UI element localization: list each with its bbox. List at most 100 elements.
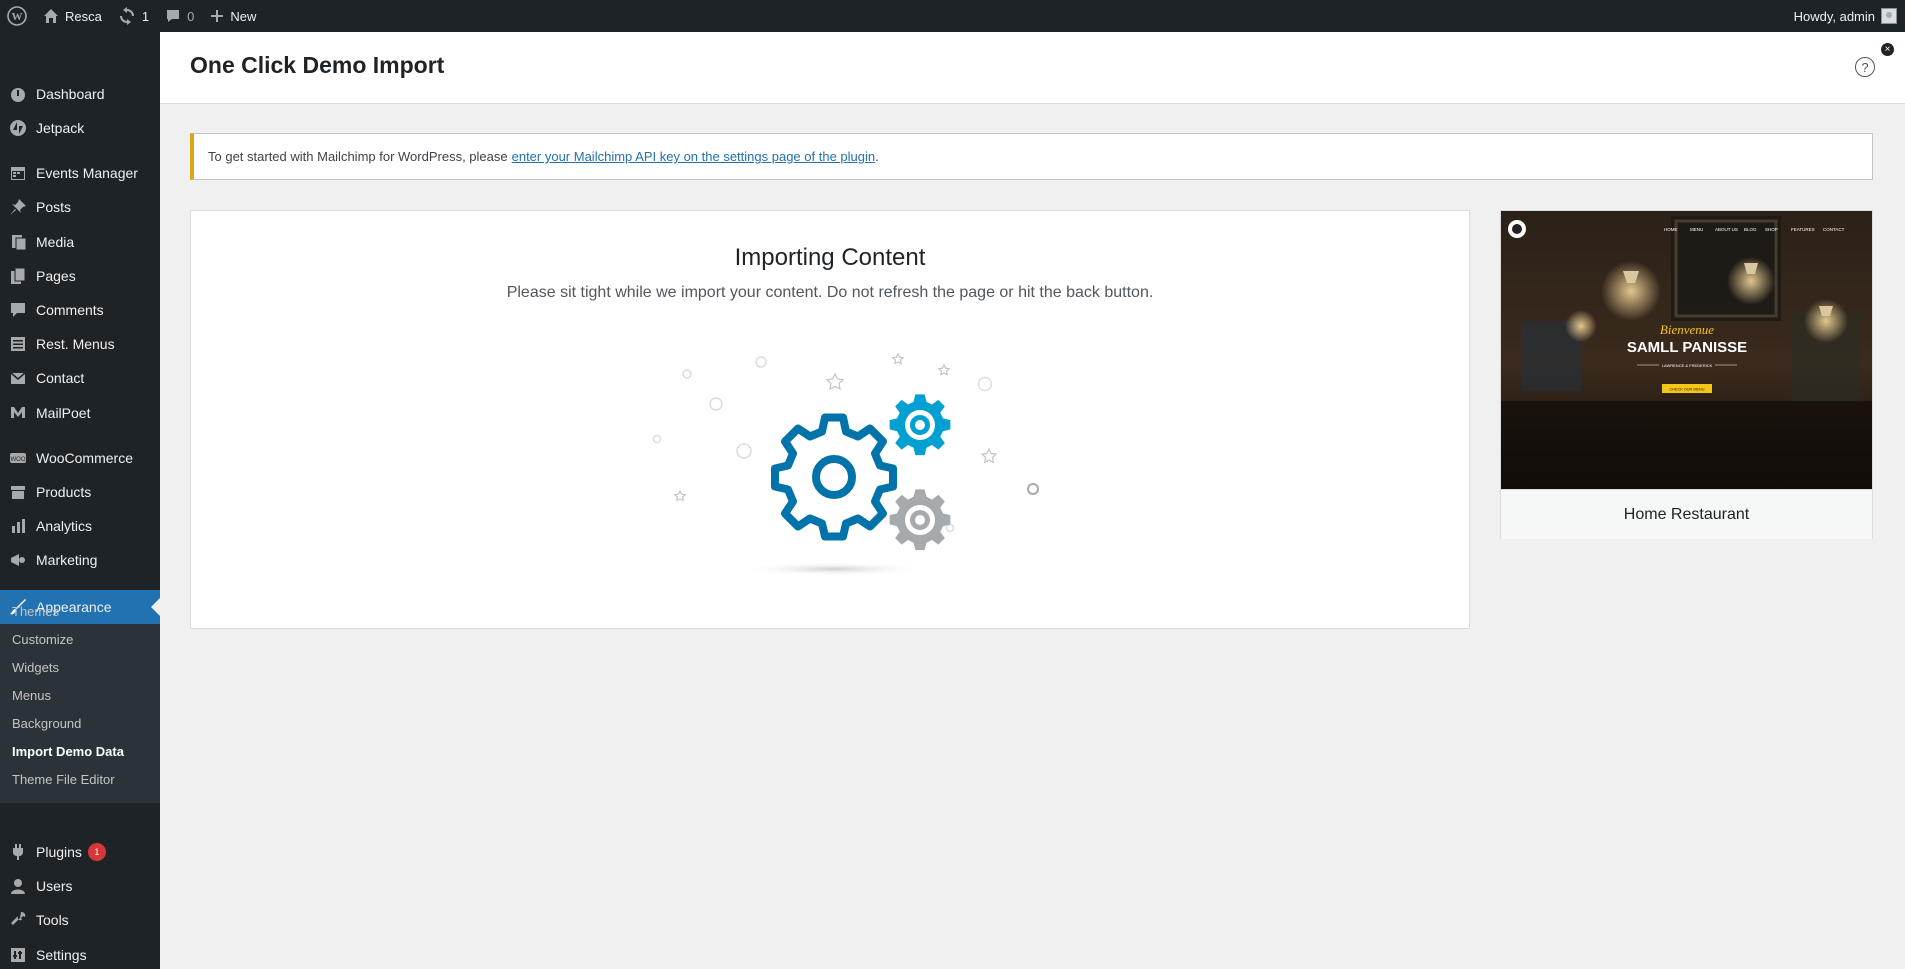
sidebar-item-label: Events Manager — [36, 165, 138, 181]
wrench-icon — [0, 911, 36, 929]
sidebar-item-marketing[interactable]: Marketing — [0, 543, 160, 577]
thumb-nav-item: CONTACT — [1823, 227, 1845, 232]
demo-title: Home Restaurant — [1501, 489, 1872, 539]
new-content-link[interactable]: New — [202, 0, 264, 32]
avatar — [1881, 8, 1897, 24]
sidebar-item-label: Posts — [36, 199, 72, 215]
dashboard-icon — [0, 85, 36, 103]
archive-icon — [0, 483, 36, 501]
thumb-nav-item: BLOG — [1744, 227, 1757, 232]
submenu-item-menus[interactable]: Menus — [12, 684, 51, 708]
mail-icon — [0, 369, 36, 387]
comment-icon — [0, 301, 36, 319]
media-icon — [0, 233, 36, 251]
admin-bar: W Resca 1 0 New Howdy, admin — [0, 0, 1905, 32]
howdy-text: Howdy, admin — [1793, 8, 1875, 24]
user-icon — [0, 877, 36, 895]
thumb-nav-item: MENU — [1690, 227, 1703, 232]
updates-icon — [119, 7, 134, 25]
sidebar-item-posts[interactable]: Posts — [0, 190, 160, 224]
svg-text:W: W — [12, 11, 23, 23]
sidebar-item-tools[interactable]: Tools — [0, 903, 160, 937]
list-icon — [0, 335, 36, 353]
sidebar-item-label: Jetpack — [36, 120, 85, 136]
sidebar-item-label: Analytics — [36, 518, 93, 534]
thumb-nav-item: HOME — [1664, 227, 1678, 232]
thumb-sub: LAWRENCE & FREDERICK — [1662, 363, 1713, 368]
comment-icon — [167, 10, 180, 22]
comments-link[interactable]: 0 — [157, 0, 202, 32]
pages-icon — [0, 267, 36, 285]
plugins-update-badge: 1 — [87, 843, 106, 861]
demo-import-card[interactable]: HOME MENU ABOUT US BLOG SHOP FEATURES CONTACT … — [1500, 210, 1873, 539]
sidebar-item-label: Media — [36, 234, 75, 250]
submenu-item-background[interactable]: Background — [12, 712, 81, 736]
notice-link[interactable]: enter your Mailchimp API key on the sett… — [512, 149, 876, 164]
sidebar-item-label: Contact — [36, 370, 85, 386]
sidebar-item-label: Tools — [36, 912, 69, 928]
import-panel: Importing Content Please sit tight while… — [190, 210, 1470, 629]
home-icon — [44, 9, 58, 23]
sidebar-item-users[interactable]: Users — [0, 869, 160, 903]
restaurant-screenshot-image: HOME MENU ABOUT US BLOG SHOP FEATURES CONTACT … — [1501, 211, 1872, 489]
sidebar-item-jetpack[interactable]: Jetpack — [0, 111, 160, 145]
sidebar-item-media[interactable]: Media — [0, 225, 160, 259]
thumb-nav-item: ABOUT US — [1715, 227, 1738, 232]
sidebar-item-dashboard[interactable]: Dashboard — [0, 77, 160, 111]
woo-icon: WOO — [0, 449, 36, 467]
thumb-button: CHECK OUR MENU — [1669, 388, 1704, 392]
close-icon[interactable]: × — [1881, 43, 1894, 56]
thumb-nav-item: SHOP — [1765, 227, 1778, 232]
sidebar-item-rest-menus[interactable]: Rest. Menus — [0, 327, 160, 361]
sidebar-item-label: Pages — [36, 268, 76, 284]
mailchimp-notice: To get started with Mailchimp for WordPr… — [190, 133, 1873, 180]
submenu-item-themes[interactable]: Themes — [12, 600, 59, 624]
updates-link[interactable]: 1 — [110, 0, 157, 32]
sidebar-item-comments[interactable]: Comments — [0, 293, 160, 327]
pin-icon — [0, 198, 36, 216]
sidebar-item-label: Marketing — [36, 552, 98, 568]
sidebar-item-label: MailPoet — [36, 405, 91, 421]
sidebar-item-label: Comments — [36, 302, 104, 318]
thumb-welcome: Bienvenue — [1660, 322, 1714, 337]
sidebar-item-analytics[interactable]: Analytics — [0, 509, 160, 543]
thumb-name: SAMLL PANISSE — [1627, 339, 1747, 356]
submenu-item-import-demo-data[interactable]: Import Demo Data — [12, 740, 124, 764]
sidebar-item-mailpoet[interactable]: MailPoet — [0, 396, 160, 430]
demo-thumbnail[interactable]: HOME MENU ABOUT US BLOG SHOP FEATURES CONTACT … — [1501, 211, 1872, 489]
svg-text:WOO: WOO — [11, 457, 26, 463]
wordpress-logo-icon[interactable]: W — [0, 0, 35, 32]
mailpoet-icon — [0, 404, 36, 422]
sidebar-item-label: WooCommerce — [36, 450, 133, 466]
sidebar-item-label: Users — [36, 878, 73, 894]
submenu-item-theme-file-editor[interactable]: Theme File Editor — [12, 768, 115, 792]
sidebar-item-products[interactable]: Products — [0, 475, 160, 509]
admin-sidebar: Dashboard Jetpack Events Manager Posts Media… — [0, 32, 160, 969]
my-account[interactable]: Howdy, admin — [1794, 8, 1905, 24]
help-icon[interactable]: ? — [1855, 57, 1875, 77]
page-header: One Click Demo Import ? × — [160, 32, 1905, 104]
import-title: Importing Content — [734, 244, 926, 271]
sidebar-item-pages[interactable]: Pages — [0, 259, 160, 293]
page-title: One Click Demo Import — [190, 52, 445, 78]
sidebar-item-plugins[interactable]: Plugins 1 — [0, 835, 160, 869]
sidebar-item-events-manager[interactable]: Events Manager — [0, 156, 160, 190]
notice-text: To get started with Mailchimp for WordPr… — [208, 149, 508, 164]
sidebar-item-woocommerce[interactable]: WOO WooCommerce — [0, 441, 160, 475]
import-subtitle: Please sit tight while we import your co… — [506, 284, 1154, 301]
sidebar-item-contact[interactable]: Contact — [0, 361, 160, 395]
site-name: Resca — [65, 8, 102, 24]
submenu-item-customize[interactable]: Customize — [12, 628, 73, 652]
updates-count: 1 — [141, 8, 150, 24]
sidebar-item-label: Rest. Menus — [36, 336, 115, 352]
importing-gears-illustration — [652, 352, 1039, 576]
submenu-item-widgets[interactable]: Widgets — [12, 656, 59, 680]
sidebar-item-label: Plugins — [36, 844, 82, 860]
megaphone-icon — [0, 551, 36, 569]
notice-end: . — [875, 149, 879, 164]
sidebar-item-settings[interactable]: Settings — [0, 938, 160, 969]
thumb-nav-item: FEATURES — [1791, 227, 1815, 232]
sidebar-item-label: Settings — [36, 947, 87, 963]
site-name-link[interactable]: Resca — [35, 0, 110, 32]
jetpack-icon — [0, 119, 36, 137]
